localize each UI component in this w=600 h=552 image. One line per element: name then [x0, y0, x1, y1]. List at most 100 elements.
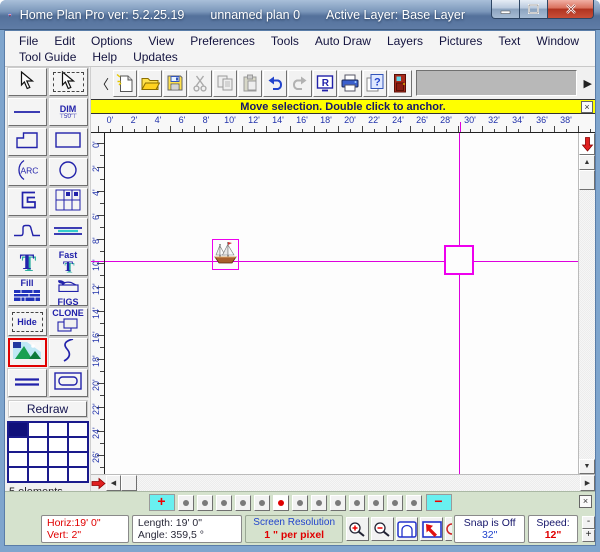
speed-decrease-button[interactable]: -: [582, 516, 595, 529]
zoom-step-button-6[interactable]: [273, 495, 289, 511]
double-line-tool[interactable]: [49, 218, 88, 246]
menu-item-window[interactable]: Window: [528, 33, 587, 49]
menu-item-file[interactable]: File: [11, 33, 46, 49]
grid-cell[interactable]: [68, 467, 88, 482]
pointer-tool[interactable]: [8, 68, 47, 96]
menu-item-edit[interactable]: Edit: [46, 33, 83, 49]
save-button[interactable]: [163, 70, 187, 97]
menu-item-auto-draw[interactable]: Auto Draw: [307, 33, 379, 49]
grid-cell[interactable]: [48, 422, 68, 437]
zoom-window-button[interactable]: [396, 517, 419, 541]
close-button[interactable]: [547, 0, 594, 19]
clipped-tool-button[interactable]: [445, 517, 452, 541]
selection-square[interactable]: [444, 245, 474, 275]
parallel-lines-tool[interactable]: [8, 369, 47, 397]
grid-cell[interactable]: [48, 437, 68, 452]
dimension-tool[interactable]: DIM⊤5'0"⊤: [49, 98, 88, 126]
grid-cell[interactable]: [68, 422, 88, 437]
toolbar-scroll-right[interactable]: ▶: [581, 77, 595, 90]
grid-cell[interactable]: [28, 437, 48, 452]
grid-cell[interactable]: [68, 452, 88, 467]
red-down-arrow-button[interactable]: [579, 133, 595, 155]
zoom-step-button-13[interactable]: [406, 495, 422, 511]
zoom-step-button-3[interactable]: [216, 495, 232, 511]
fast-text-tool[interactable]: FastT: [49, 248, 88, 276]
zoom-step-button-10[interactable]: [349, 495, 365, 511]
fill-tool[interactable]: Fill: [8, 278, 47, 306]
freehand-tool[interactable]: [49, 338, 88, 367]
help-button[interactable]: ?: [363, 70, 387, 97]
zoom-out-button[interactable]: [371, 517, 394, 541]
zoom-step-button-5[interactable]: [254, 495, 270, 511]
circle-tool[interactable]: [49, 158, 88, 186]
grid-cell[interactable]: [48, 452, 68, 467]
menu-item-help[interactable]: Help: [84, 49, 125, 65]
strip-close-icon[interactable]: ×: [579, 495, 592, 508]
cabinet-tool[interactable]: [49, 188, 88, 216]
grid-cell[interactable]: [8, 467, 28, 482]
grid-cell[interactable]: [48, 467, 68, 482]
previous-view-button[interactable]: [420, 517, 443, 541]
grid-cell[interactable]: [28, 467, 48, 482]
report-button[interactable]: R: [313, 70, 337, 97]
select-tool[interactable]: [49, 68, 88, 96]
zoom-step-button-1[interactable]: [178, 495, 194, 511]
grid-cell[interactable]: [28, 452, 48, 467]
maximize-button[interactable]: [520, 0, 547, 19]
horizontal-scroll-thumb[interactable]: [121, 475, 137, 491]
print-button[interactable]: [338, 70, 362, 97]
red-right-arrow-button[interactable]: [91, 475, 106, 491]
image-tool[interactable]: [8, 338, 47, 367]
zoom-step-button-7[interactable]: [292, 495, 308, 511]
menu-item-pictures[interactable]: Pictures: [431, 33, 490, 49]
rounded-rect-tool[interactable]: [49, 369, 88, 397]
ship-image-element[interactable]: [212, 239, 239, 270]
grid-cell[interactable]: [28, 422, 48, 437]
menu-item-view[interactable]: View: [140, 33, 182, 49]
horizontal-scroll-track[interactable]: [137, 475, 580, 491]
redraw-button[interactable]: Redraw: [9, 401, 87, 417]
zoom-in-button[interactable]: [346, 517, 369, 541]
zoom-minus-button[interactable]: −: [426, 494, 452, 511]
arc-tool[interactable]: ARC: [8, 158, 47, 186]
open-file-button[interactable]: [138, 70, 162, 97]
exit-button[interactable]: [388, 70, 412, 97]
zoom-step-button-2[interactable]: [197, 495, 213, 511]
drawing-canvas[interactable]: [105, 133, 578, 474]
vertical-scroll-track[interactable]: [579, 190, 595, 459]
menu-item-preferences[interactable]: Preferences: [182, 33, 263, 49]
undo-button[interactable]: [263, 70, 287, 97]
toolbar-scroll-left[interactable]: 〈: [93, 74, 112, 93]
zoom-step-button-8[interactable]: [311, 495, 327, 511]
hide-tool[interactable]: Hide: [8, 308, 47, 336]
scroll-up-button[interactable]: ▲: [579, 155, 595, 170]
menu-item-updates[interactable]: Updates: [125, 49, 186, 65]
new-file-button[interactable]: [113, 70, 137, 97]
grid-cell[interactable]: [8, 452, 28, 467]
menu-item-tool-guide[interactable]: Tool Guide: [11, 49, 84, 65]
rectangle-tool[interactable]: [49, 128, 88, 156]
curve-tool[interactable]: [8, 218, 47, 246]
vertical-scroll-thumb[interactable]: [579, 170, 595, 190]
polygon-tool[interactable]: [8, 128, 47, 156]
clone-tool[interactable]: CLONE: [49, 308, 88, 336]
zoom-step-button-4[interactable]: [235, 495, 251, 511]
figures-tool[interactable]: FIGS: [49, 278, 88, 306]
scroll-right-button[interactable]: ▶: [580, 475, 595, 491]
scroll-down-button[interactable]: ▼: [579, 459, 595, 474]
menu-item-layers[interactable]: Layers: [379, 33, 431, 49]
grid-cell[interactable]: [8, 437, 28, 452]
line-tool[interactable]: [8, 98, 47, 126]
menu-item-options[interactable]: Options: [83, 33, 140, 49]
menu-item-tools[interactable]: Tools: [263, 33, 307, 49]
grid-cell[interactable]: [8, 422, 28, 437]
minimize-button[interactable]: [491, 0, 520, 19]
message-close-icon[interactable]: ×: [581, 101, 593, 113]
zoom-step-button-11[interactable]: [368, 495, 384, 511]
menu-item-text[interactable]: Text: [490, 33, 528, 49]
speed-increase-button[interactable]: +: [582, 529, 595, 542]
grid-cell[interactable]: [68, 437, 88, 452]
text-tool[interactable]: T: [8, 248, 47, 276]
wall-tool[interactable]: [8, 188, 47, 216]
snap-panel[interactable]: Snap is Off 32": [454, 515, 525, 543]
